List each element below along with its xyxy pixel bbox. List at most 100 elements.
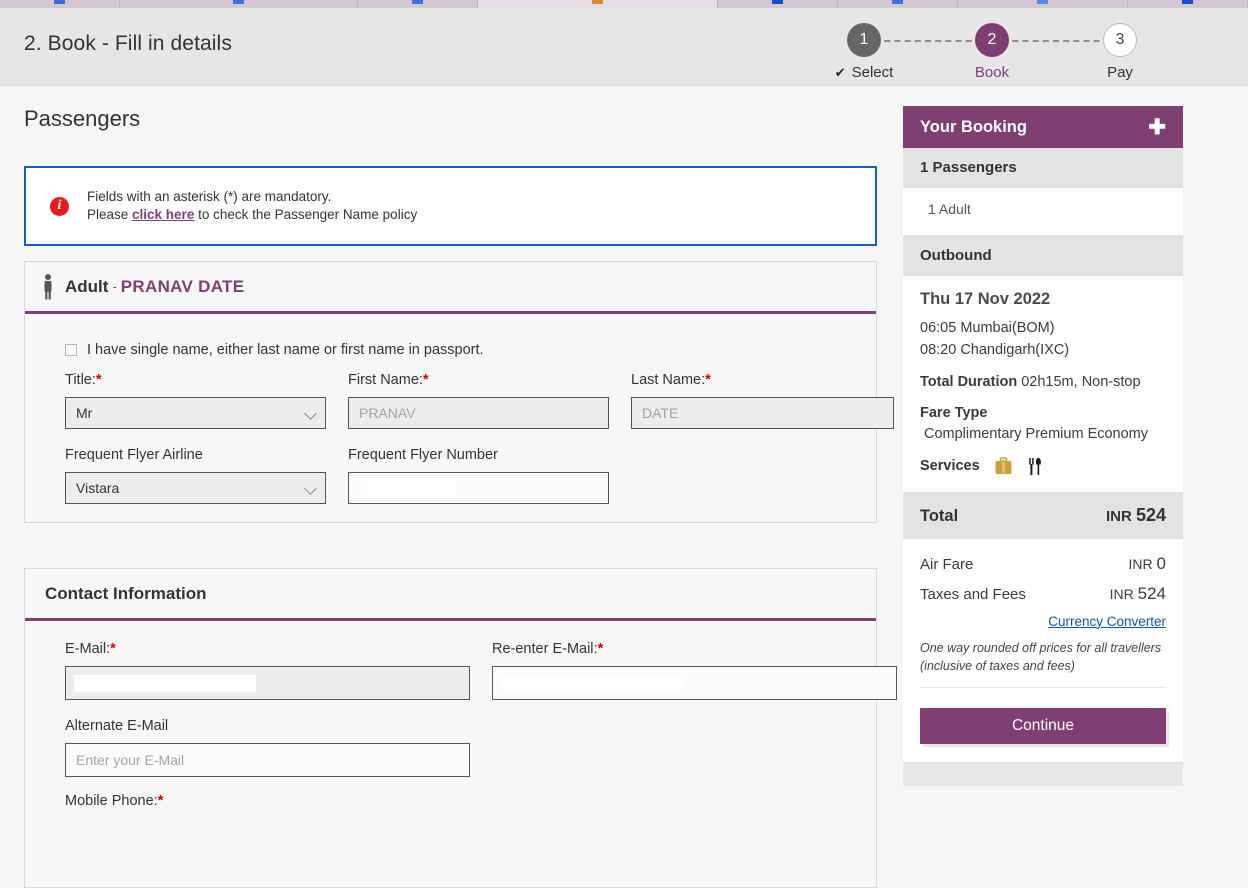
frequent-flyer-number-field: Frequent Flyer Number	[348, 447, 609, 504]
frequent-flyer-row: Frequent Flyer Airline Vistara Frequent …	[65, 447, 856, 504]
fare-type-label: Fare Type	[920, 404, 988, 421]
passengers-detail-block: 1 Adult	[903, 188, 1183, 236]
info-icon: i	[50, 196, 69, 216]
last-name-required-marker: *	[705, 372, 711, 388]
continue-button-wrapper: Continue	[903, 691, 1183, 762]
passengers-count-heading: 1 Passengers	[903, 148, 1183, 188]
browser-tab-strip	[0, 0, 1248, 8]
reenter-email-input[interactable]	[492, 666, 897, 700]
passenger-separator: -	[112, 279, 117, 294]
continue-button[interactable]: Continue	[920, 707, 1166, 744]
your-booking-header[interactable]: Your Booking ✚	[903, 106, 1183, 148]
services-label: Services	[920, 458, 980, 475]
passengers-heading: Passengers	[24, 106, 141, 131]
outbound-heading: Outbound	[903, 236, 1183, 276]
title-select[interactable]: Mr	[65, 397, 326, 429]
browser-tab-8[interactable]	[1128, 0, 1248, 8]
title-required-marker: *	[95, 372, 102, 388]
browser-tab-7[interactable]	[958, 0, 1128, 8]
tab-favicon-icon	[591, 0, 603, 4]
email-label-text: E-Mail:	[65, 641, 111, 657]
notice-line-1: Fields with an asterisk (*) are mandator…	[87, 188, 332, 204]
total-row: Total INR 524	[903, 492, 1183, 539]
passenger-name: PRANAV DATE	[120, 276, 245, 296]
frequent-flyer-airline-field: Frequent Flyer Airline Vistara	[65, 447, 326, 504]
reenter-email-required-marker: *	[597, 641, 604, 657]
air-fare-currency: INR	[1128, 555, 1153, 572]
notice-suffix: to check the Passenger Name policy	[194, 207, 418, 222]
expand-icon[interactable]: ✚	[1148, 117, 1166, 138]
frequent-flyer-airline-select[interactable]: Vistara	[65, 472, 326, 504]
step-book[interactable]: 2 Book	[928, 16, 1056, 81]
browser-tab-1[interactable]	[0, 0, 120, 8]
air-fare-amount: INR 0	[1129, 554, 1166, 574]
alternate-email-row: Alternate E-Mail Enter your E-Mail	[65, 718, 856, 777]
step-connector-1-2	[864, 40, 992, 42]
check-icon: ✔	[834, 64, 846, 80]
tab-favicon-icon	[891, 0, 903, 4]
total-value: 524	[1135, 504, 1166, 525]
reenter-email-field-label: Re-enter E-Mail:*	[492, 641, 897, 657]
single-name-checkbox[interactable]	[65, 344, 77, 356]
step-select[interactable]: 1 ✔ Select	[800, 16, 928, 81]
contact-information-heading: Contact Information	[45, 583, 207, 603]
browser-tab-4[interactable]	[478, 0, 718, 8]
notice-line-2: Please click here to check the Passenger…	[87, 206, 417, 224]
fare-note: One way rounded off prices for all trave…	[920, 639, 1166, 688]
chevron-down-icon	[304, 407, 317, 420]
step-pay[interactable]: 3 Pay	[1056, 16, 1184, 81]
passenger-name-policy-link[interactable]: click here	[132, 207, 194, 222]
email-field-label: E-Mail:*	[65, 641, 470, 657]
services-block: Services	[920, 457, 1166, 476]
email-row: E-Mail:* Re-enter E-Mail:*	[65, 641, 897, 700]
single-name-row[interactable]: I have single name, either last name or …	[65, 342, 856, 358]
tab-favicon-icon	[1181, 0, 1193, 4]
total-amount: INR 524	[1106, 505, 1166, 526]
mobile-phone-row: Mobile Phone:*	[65, 793, 856, 818]
step-select-text: Select	[851, 64, 894, 81]
alternate-email-placeholder: Enter your E-Mail	[76, 752, 185, 768]
your-booking-sidebar: Your Booking ✚ 1 Passengers 1 Adult Outb…	[903, 106, 1183, 786]
title-select-value: Mr	[76, 405, 93, 421]
alternate-email-input[interactable]: Enter your E-Mail	[65, 743, 470, 777]
email-input[interactable]	[65, 666, 470, 700]
step-connector-2-3	[992, 40, 1120, 42]
frequent-flyer-number-input[interactable]	[348, 472, 609, 504]
first-name-field-label: First Name:*	[348, 372, 609, 388]
step-pay-text: Pay	[1107, 64, 1133, 81]
first-name-label-text: First Name:	[348, 372, 423, 388]
ff-number-redaction	[361, 479, 457, 497]
browser-tab-6[interactable]	[838, 0, 958, 8]
total-label: Total	[920, 506, 959, 525]
step-pay-number: 3	[1103, 23, 1137, 57]
browser-tab-5[interactable]	[718, 0, 838, 8]
contact-information-card: Contact Information E-Mail:* Re-enter E-…	[24, 568, 897, 888]
fare-breakdown: Air Fare INR 0 Taxes and Fees INR 524 Cu…	[903, 538, 1183, 692]
step-book-number: 2	[975, 23, 1009, 57]
title-label-text: Title:	[65, 372, 96, 388]
taxes-amount: INR 524	[1110, 584, 1166, 604]
browser-tab-2[interactable]	[120, 0, 358, 8]
page-title: 2. Book - Fill in details	[24, 32, 232, 55]
step-select-label: ✔ Select	[800, 64, 928, 81]
currency-converter-link[interactable]: Currency Converter	[1048, 614, 1166, 629]
passenger-type: Adult	[65, 276, 109, 296]
outbound-flight-details: Thu 17 Nov 2022 06:05 Mumbai(BOM) 08:20 …	[903, 276, 1183, 493]
last-name-input[interactable]: DATE	[631, 397, 894, 429]
fare-line-air-fare: Air Fare INR 0	[920, 549, 1166, 579]
passenger-breakdown: 1 Adult	[928, 201, 971, 217]
step-book-label: Book	[928, 64, 1056, 81]
first-name-input[interactable]: PRANAV	[348, 397, 609, 429]
last-name-placeholder: DATE	[642, 405, 679, 421]
browser-tab-3[interactable]	[358, 0, 478, 8]
flight-arrival: 08:20 Chandigarh(IXC)	[920, 341, 1070, 358]
flight-duration: Total Duration 02h15m, Non-stop	[920, 372, 1166, 393]
reenter-email-redaction	[501, 674, 683, 692]
step-select-number: 1	[847, 23, 881, 57]
duration-value: 02h15m, Non-stop	[1017, 373, 1141, 390]
sidebar-next-panel-header	[903, 761, 1183, 786]
alternate-email-label: Alternate E-Mail	[65, 718, 169, 734]
tab-favicon-icon	[1036, 0, 1048, 4]
reenter-email-label-text: Re-enter E-Mail:	[492, 641, 598, 657]
adult-passenger-card-header: Adult - PRANAV DATE	[25, 262, 876, 314]
